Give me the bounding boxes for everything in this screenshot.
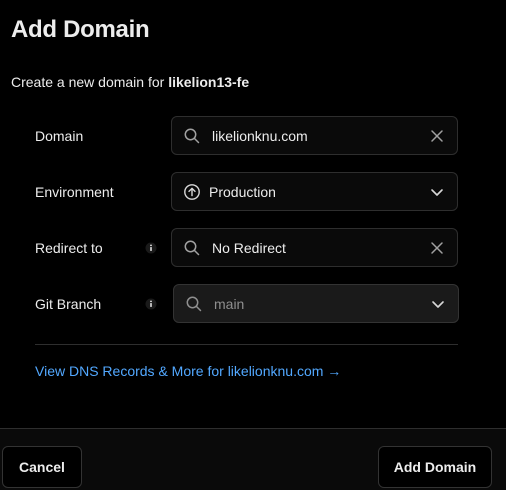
search-icon bbox=[183, 239, 201, 257]
dialog-footer: Cancel Add Domain bbox=[0, 428, 506, 490]
chevron-down-icon[interactable] bbox=[430, 296, 446, 312]
arrow-up-circle-icon bbox=[183, 183, 201, 201]
environment-value: Production bbox=[209, 183, 276, 200]
subtitle-prefix: Create a new domain for bbox=[11, 74, 169, 90]
info-icon[interactable] bbox=[145, 242, 157, 254]
cancel-button[interactable]: Cancel bbox=[2, 446, 82, 488]
domain-label: Domain bbox=[35, 128, 84, 144]
domain-value: likelionknu.com bbox=[212, 127, 308, 144]
redirect-value: No Redirect bbox=[212, 239, 286, 256]
add-domain-button[interactable]: Add Domain bbox=[378, 446, 492, 488]
environment-label: Environment bbox=[35, 184, 114, 200]
dialog-subtitle: Create a new domain for likelion13-fe bbox=[11, 73, 249, 91]
domain-input[interactable]: likelionknu.com bbox=[171, 116, 458, 155]
close-icon[interactable] bbox=[429, 128, 445, 144]
redirect-input[interactable]: No Redirect bbox=[171, 228, 458, 267]
dns-records-link[interactable]: View DNS Records & More for likelionknu.… bbox=[35, 362, 341, 380]
git-branch-label: Git Branch bbox=[35, 296, 102, 312]
chevron-down-icon[interactable] bbox=[429, 184, 445, 200]
environment-select[interactable]: Production bbox=[171, 172, 458, 211]
search-icon bbox=[183, 127, 201, 145]
project-name: likelion13-fe bbox=[168, 74, 250, 90]
redirect-label: Redirect to bbox=[35, 240, 103, 256]
search-icon bbox=[185, 295, 203, 313]
form-divider bbox=[35, 344, 458, 345]
git-branch-placeholder: main bbox=[214, 295, 245, 312]
info-icon[interactable] bbox=[145, 298, 157, 310]
dialog-title: Add Domain bbox=[11, 16, 150, 43]
close-icon[interactable] bbox=[429, 240, 445, 256]
git-branch-select[interactable]: main bbox=[173, 284, 459, 323]
